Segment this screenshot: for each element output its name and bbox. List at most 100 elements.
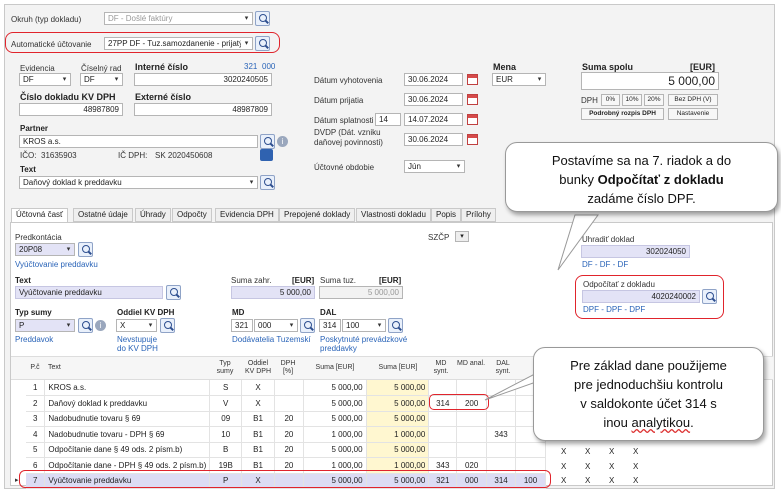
- row-text[interactable]: Nadobudnutie tovaru § 69: [44, 411, 211, 427]
- row-oddiel[interactable]: X: [241, 395, 275, 412]
- md-desc[interactable]: Dodávatelia Tuzemskí: [232, 335, 311, 344]
- search-icon[interactable]: [78, 318, 93, 333]
- suma-zahr-input[interactable]: 5 000,00: [231, 286, 315, 299]
- typ-sumy-select[interactable]: P ▾: [15, 319, 75, 332]
- table-row[interactable]: 3 Nadobudnutie tovaru § 69 09 B1 20 5 000,00 5…: [26, 411, 546, 427]
- suma-tuz-input[interactable]: 5 000,00: [319, 286, 403, 299]
- calendar-icon[interactable]: [467, 134, 478, 145]
- grid-header-typ[interactable]: Typ sumy: [211, 360, 239, 376]
- search-icon[interactable]: [300, 318, 315, 333]
- row-typ[interactable]: 09: [209, 411, 243, 427]
- okruh-select[interactable]: DF - Došlé faktúry ▾: [104, 12, 253, 25]
- search-icon[interactable]: [388, 318, 403, 333]
- row-typ[interactable]: 10: [209, 426, 243, 443]
- row-dal-synt[interactable]: [486, 442, 517, 458]
- ciselny-rad-select[interactable]: DF ▾: [80, 73, 123, 86]
- search-icon[interactable]: [255, 11, 270, 26]
- search-icon[interactable]: [166, 285, 181, 300]
- row-md-synt[interactable]: [428, 426, 458, 443]
- md-anal-select[interactable]: 000 ▾: [254, 319, 298, 332]
- partner-input[interactable]: KROS a.s.: [19, 135, 258, 148]
- row-dph[interactable]: 20: [274, 426, 304, 443]
- tab-prepojene-doklady[interactable]: Prepojené doklady: [279, 208, 356, 222]
- bez-dph-button[interactable]: Bez DPH (V): [668, 94, 718, 106]
- row-md-anal[interactable]: [456, 442, 488, 458]
- interne-counter2[interactable]: 000: [262, 62, 275, 71]
- kvdph-input[interactable]: 48987809: [19, 103, 123, 116]
- row-text[interactable]: Daňový doklad k preddavku: [44, 395, 211, 412]
- text-select[interactable]: Daňový doklad k preddavku ▾: [19, 176, 258, 189]
- oddiel-desc-2[interactable]: do KV DPH: [117, 344, 158, 353]
- dph-0-button[interactable]: 0%: [601, 94, 620, 106]
- search-icon[interactable]: [78, 242, 93, 257]
- dal-desc-1[interactable]: Poskytnuté prevádzkové: [320, 335, 407, 344]
- calendar-icon[interactable]: [467, 74, 478, 85]
- row-dph[interactable]: 20: [274, 442, 304, 458]
- row-typ[interactable]: B: [209, 442, 243, 458]
- row-md-synt[interactable]: [428, 411, 458, 427]
- calendar-icon[interactable]: [467, 114, 478, 125]
- row-text[interactable]: Odpočítanie dane § 49 ods. 2 písm.b): [44, 442, 211, 458]
- row-suma1[interactable]: 5 000,00: [303, 411, 367, 427]
- row-suma1[interactable]: 5 000,00: [303, 395, 367, 412]
- oddiel-desc-1[interactable]: Nevstupuje: [117, 335, 157, 344]
- grid-header-md-synt[interactable]: MD synt.: [429, 360, 453, 376]
- search-icon[interactable]: [160, 318, 175, 333]
- oddiel-select[interactable]: X ▾: [116, 319, 157, 332]
- row-typ[interactable]: V: [209, 395, 243, 412]
- row-oddiel[interactable]: B1: [241, 411, 275, 427]
- externe-input[interactable]: 48987809: [134, 103, 272, 116]
- body-text-input[interactable]: Vyúčtovanie preddavku: [15, 286, 163, 299]
- row-dph[interactable]: [274, 380, 304, 396]
- tab-popis[interactable]: Popis: [431, 208, 462, 222]
- predkontacia-desc[interactable]: Vyúčtovanie preddavku: [15, 260, 98, 269]
- row-oddiel[interactable]: B1: [241, 426, 275, 443]
- row-md-anal[interactable]: [456, 426, 488, 443]
- interne-input[interactable]: 3020240505: [134, 73, 272, 86]
- globe-icon[interactable]: [260, 149, 273, 161]
- szcp-dropdown[interactable]: ▾: [455, 231, 469, 242]
- row-text[interactable]: Nadobudnutie tovaru - DPH § 69: [44, 426, 211, 443]
- dph-20-button[interactable]: 20%: [644, 94, 664, 106]
- table-row[interactable]: 4 Nadobudnutie tovaru - DPH § 69 10 B1 20 1 0…: [26, 426, 546, 443]
- interne-counter[interactable]: 321: [244, 62, 257, 71]
- grid-header-pc[interactable]: P.č: [26, 364, 44, 372]
- suma-spolu-input[interactable]: 5 000,00: [581, 72, 719, 90]
- tab-uctovna-cast[interactable]: Účtovná časť: [11, 208, 69, 223]
- grid-header-oddiel[interactable]: Oddiel KV DPH: [243, 360, 273, 376]
- calendar-icon[interactable]: [467, 94, 478, 105]
- mena-select[interactable]: EUR ▾: [492, 73, 546, 86]
- tab-ostatne-udaje[interactable]: Ostatné údaje: [73, 208, 133, 222]
- row-suma2[interactable]: 5 000,00: [366, 395, 430, 412]
- row-dph[interactable]: 20: [274, 411, 304, 427]
- obdobie-select[interactable]: Jún ▾: [404, 160, 465, 173]
- table-row[interactable]: 5 Odpočítanie dane § 49 ods. 2 písm.b) B B1…: [26, 442, 546, 458]
- row-suma1[interactable]: 5 000,00: [303, 380, 367, 396]
- evidencia-select[interactable]: DF ▾: [19, 73, 71, 86]
- row-suma2[interactable]: 1 000,00: [366, 426, 430, 443]
- row-dph[interactable]: [274, 395, 304, 412]
- dal-synt-input[interactable]: 314: [319, 319, 341, 332]
- row-suma2[interactable]: 5 000,00: [366, 442, 430, 458]
- grid-header-suma1[interactable]: Suma [EUR]: [305, 364, 365, 372]
- search-icon[interactable]: [260, 175, 275, 190]
- grid-header-text[interactable]: Text: [48, 364, 68, 372]
- info-icon[interactable]: i: [277, 136, 288, 147]
- grid-header-dph[interactable]: DPH [%]: [276, 360, 300, 376]
- row-suma1[interactable]: 5 000,00: [303, 442, 367, 458]
- md-synt-input[interactable]: 321: [231, 319, 253, 332]
- row-text[interactable]: KROS a.s.: [44, 380, 211, 396]
- splatnost-days-input[interactable]: 14: [375, 113, 401, 126]
- nastavenie-button[interactable]: Nastavenie: [668, 108, 718, 120]
- row-suma1[interactable]: 1 000,00: [303, 426, 367, 443]
- search-icon[interactable]: [260, 134, 275, 149]
- typ-sumy-desc[interactable]: Preddavok: [15, 335, 53, 344]
- dph-10-button[interactable]: 10%: [622, 94, 642, 106]
- tab-evidencia-dph[interactable]: Evidencia DPH: [215, 208, 279, 222]
- datum-vyhotovenia-input[interactable]: 30.06.2024: [404, 73, 463, 86]
- info-icon[interactable]: i: [95, 320, 106, 331]
- rozpis-dph-button[interactable]: Podrobný rozpis DPH: [581, 108, 664, 120]
- datum-prijatia-input[interactable]: 30.06.2024: [404, 93, 463, 106]
- grid-header-suma2[interactable]: Suma [EUR]: [368, 364, 428, 372]
- row-typ[interactable]: S: [209, 380, 243, 396]
